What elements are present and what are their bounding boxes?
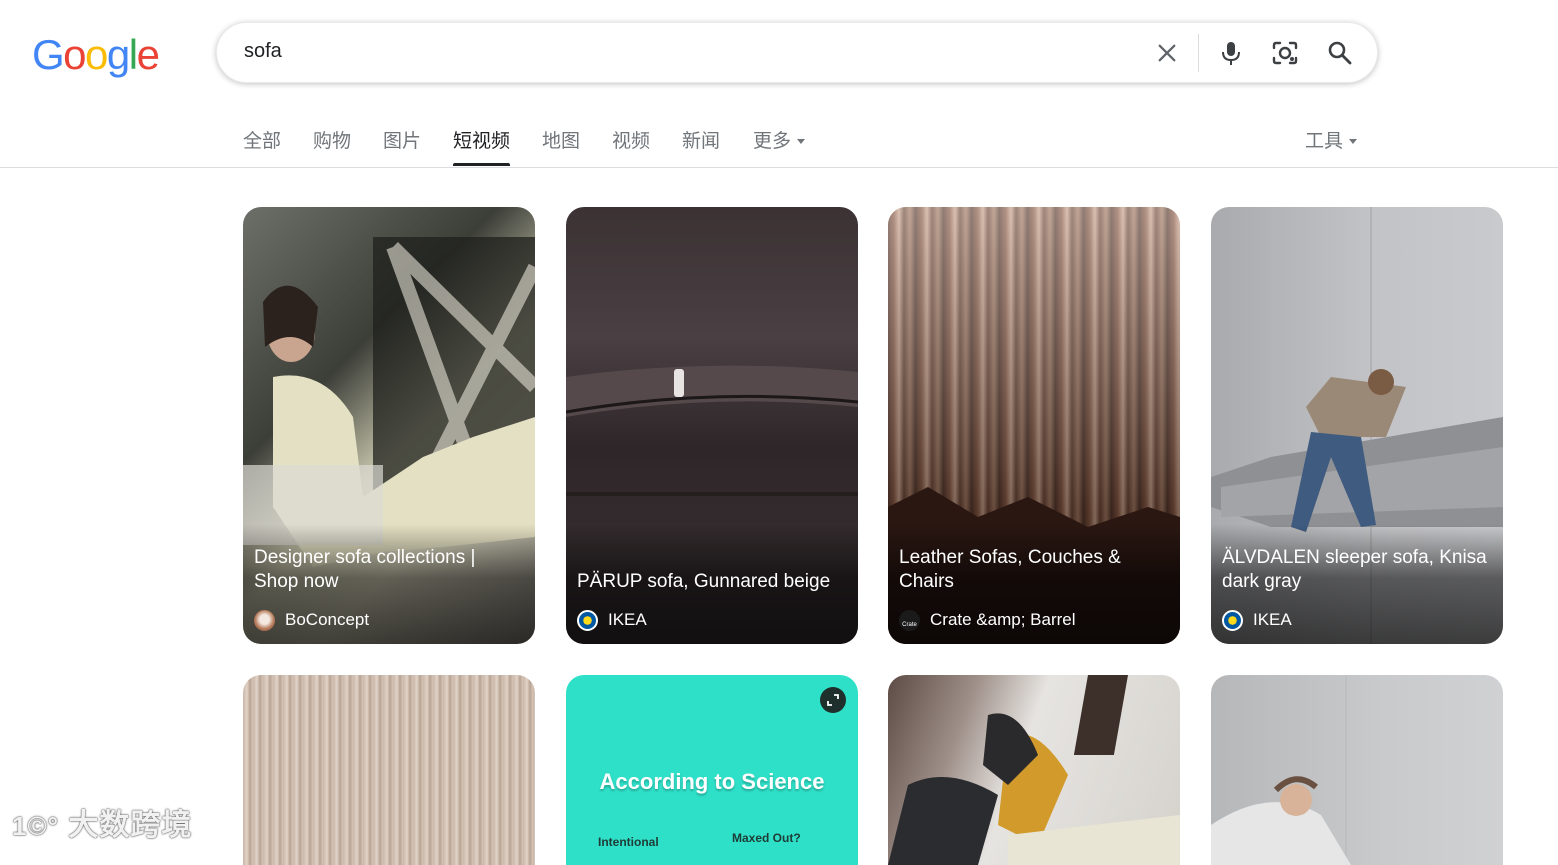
caret-down-icon — [797, 139, 806, 145]
tab-maps[interactable]: 地图 — [542, 126, 580, 153]
watermark-label: 大数跨境 — [68, 809, 193, 842]
result-source: IKEA — [1222, 609, 1292, 631]
overlay-sub-right: Maxed Out? — [732, 831, 801, 845]
result-source: IKEA — [577, 609, 647, 631]
search-icon[interactable] — [1325, 38, 1355, 68]
expand-icon[interactable] — [820, 687, 846, 713]
tab-more[interactable]: 更多 — [753, 126, 806, 153]
logo-letter: g — [106, 31, 130, 78]
active-tab-indicator — [453, 163, 510, 166]
source-name: Crate &amp; Barrel — [930, 610, 1076, 629]
video-result-card[interactable]: Leather Sofas, Couches & Chairs Crate Cr… — [888, 207, 1180, 644]
video-result-card[interactable] — [888, 675, 1180, 865]
crate-barrel-favicon-icon: Crate — [899, 609, 920, 631]
tab-more-label: 更多 — [753, 131, 792, 152]
ikea-favicon-icon — [577, 609, 598, 631]
video-result-card[interactable]: ÄLVDALEN sleeper sofa, Knisa dark gray I… — [1211, 207, 1503, 644]
tools-label: 工具 — [1305, 131, 1344, 152]
logo-letter: o — [63, 31, 86, 78]
result-source: Crate Crate &amp; Barrel — [899, 609, 1076, 631]
result-title: PÄRUP sofa, Gunnared beige — [577, 571, 831, 592]
result-title: Designer sofa collections | Shop now — [254, 547, 476, 592]
tab-news[interactable]: 新闻 — [682, 126, 720, 153]
overlay-sub-left: Intentional — [598, 835, 659, 849]
video-result-card[interactable]: According to Science Intentional Maxed O… — [566, 675, 858, 865]
boconcept-favicon-icon — [254, 609, 275, 631]
search-input[interactable]: sofa — [244, 40, 282, 63]
source-name: BoConcept — [285, 610, 370, 629]
watermark-logo-icon: 1©° — [12, 811, 60, 841]
tab-all[interactable]: 全部 — [243, 126, 281, 153]
logo-letter: e — [136, 31, 160, 78]
google-logo[interactable]: Google — [32, 30, 160, 80]
video-result-card[interactable] — [1211, 675, 1503, 865]
camera-lens-icon[interactable] — [1270, 38, 1300, 68]
watermark-text: 1©° 大数跨境 — [12, 800, 192, 844]
ikea-favicon-icon — [1222, 609, 1243, 631]
microphone-icon[interactable] — [1216, 38, 1246, 68]
tools-button[interactable]: 工具 — [1305, 126, 1358, 153]
result-source: BoConcept — [254, 609, 369, 631]
logo-letter: l — [128, 31, 138, 78]
tab-images[interactable]: 图片 — [383, 126, 421, 153]
source-name: IKEA — [1253, 610, 1292, 629]
video-result-card[interactable]: PÄRUP sofa, Gunnared beige IKEA — [566, 207, 858, 644]
video-result-card[interactable] — [243, 675, 535, 865]
tab-shopping[interactable]: 购物 — [313, 126, 351, 153]
clear-icon[interactable] — [1152, 38, 1182, 68]
search-box[interactable]: sofa — [216, 22, 1378, 83]
logo-letter: o — [85, 31, 108, 78]
overlay-heading: According to Science — [599, 769, 825, 794]
tab-short-videos[interactable]: 短视频 — [453, 126, 510, 153]
logo-letter: G — [32, 31, 65, 78]
tab-videos[interactable]: 视频 — [612, 126, 650, 153]
thumbnail-image — [1211, 675, 1351, 865]
thumbnail-image — [888, 675, 1180, 865]
result-title: Leather Sofas, Couches & Chairs — [899, 547, 1121, 592]
search-tabs: 全部 购物 图片 短视频 地图 视频 新闻 更多 工具 — [0, 110, 1558, 168]
source-name: IKEA — [608, 610, 647, 629]
search-divider — [1198, 34, 1199, 72]
video-result-card[interactable]: Designer sofa collections | Shop now BoC… — [243, 207, 535, 644]
caret-down-icon — [1349, 139, 1358, 145]
result-title: ÄLVDALEN sleeper sofa, Knisa dark gray — [1222, 547, 1487, 592]
